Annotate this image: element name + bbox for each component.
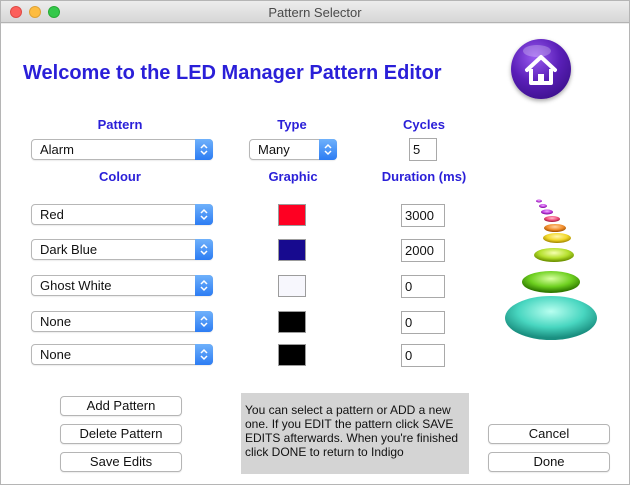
duration-label: Duration (ms) xyxy=(381,169,467,184)
duration-field[interactable]: 3000 xyxy=(401,204,445,227)
window-title: Pattern Selector xyxy=(268,5,362,20)
cycles-label: Cycles xyxy=(403,117,445,132)
done-button[interactable]: Done xyxy=(488,452,610,472)
home-icon xyxy=(523,45,557,85)
graphic-swatch xyxy=(278,275,306,297)
chevron-updown-icon xyxy=(195,239,213,260)
add-pattern-button[interactable]: Add Pattern xyxy=(60,396,182,416)
help-text-box: You can select a pattern or ADD a new on… xyxy=(241,393,469,474)
graphic-swatch xyxy=(278,344,306,366)
graphic-swatch xyxy=(278,311,306,333)
pattern-select[interactable]: Alarm xyxy=(31,139,213,160)
graphic-swatch xyxy=(278,204,306,226)
graphic-swatch xyxy=(278,239,306,261)
colour-select[interactable]: Dark Blue xyxy=(31,239,213,260)
home-button[interactable] xyxy=(511,39,571,99)
cancel-button[interactable]: Cancel xyxy=(488,424,610,444)
chevron-updown-icon xyxy=(195,311,213,332)
duration-field[interactable]: 2000 xyxy=(401,239,445,262)
chevron-updown-icon xyxy=(195,275,213,296)
colour-label: Colour xyxy=(99,169,141,184)
title-bar: Pattern Selector xyxy=(1,1,629,23)
page-title: Welcome to the LED Manager Pattern Edito… xyxy=(23,62,442,84)
chevron-updown-icon xyxy=(319,139,337,160)
pattern-select-value: Alarm xyxy=(40,142,74,157)
chevron-updown-icon xyxy=(195,139,213,160)
colour-select[interactable]: Ghost White xyxy=(31,275,213,296)
chevron-updown-icon xyxy=(195,204,213,225)
chevron-updown-icon xyxy=(195,344,213,365)
type-label: Type xyxy=(277,117,307,132)
led-pattern-stack-icon xyxy=(501,194,601,344)
colour-select[interactable]: Red xyxy=(31,204,213,225)
save-edits-button[interactable]: Save Edits xyxy=(60,452,182,472)
colour-select-value: None xyxy=(40,347,72,362)
colour-select[interactable]: None xyxy=(31,344,213,365)
pattern-label: Pattern xyxy=(97,117,143,132)
duration-field[interactable]: 0 xyxy=(401,275,445,298)
editor-panel: Welcome to the LED Manager Pattern Edito… xyxy=(1,24,629,484)
type-select-value: Many xyxy=(258,142,290,157)
duration-field[interactable]: 0 xyxy=(401,311,445,334)
cycles-field[interactable]: 5 xyxy=(409,138,437,161)
delete-pattern-button[interactable]: Delete Pattern xyxy=(60,424,182,444)
duration-field[interactable]: 0 xyxy=(401,344,445,367)
graphic-label: Graphic xyxy=(268,169,318,184)
colour-select-value: Ghost White xyxy=(40,278,112,293)
type-select[interactable]: Many xyxy=(249,139,337,160)
colour-select-value: Dark Blue xyxy=(40,242,98,257)
colour-select-value: None xyxy=(40,314,72,329)
colour-select[interactable]: None xyxy=(31,311,213,332)
colour-select-value: Red xyxy=(40,207,64,222)
pattern-selector-window: Pattern Selector Welcome to the LED Mana… xyxy=(0,0,630,485)
